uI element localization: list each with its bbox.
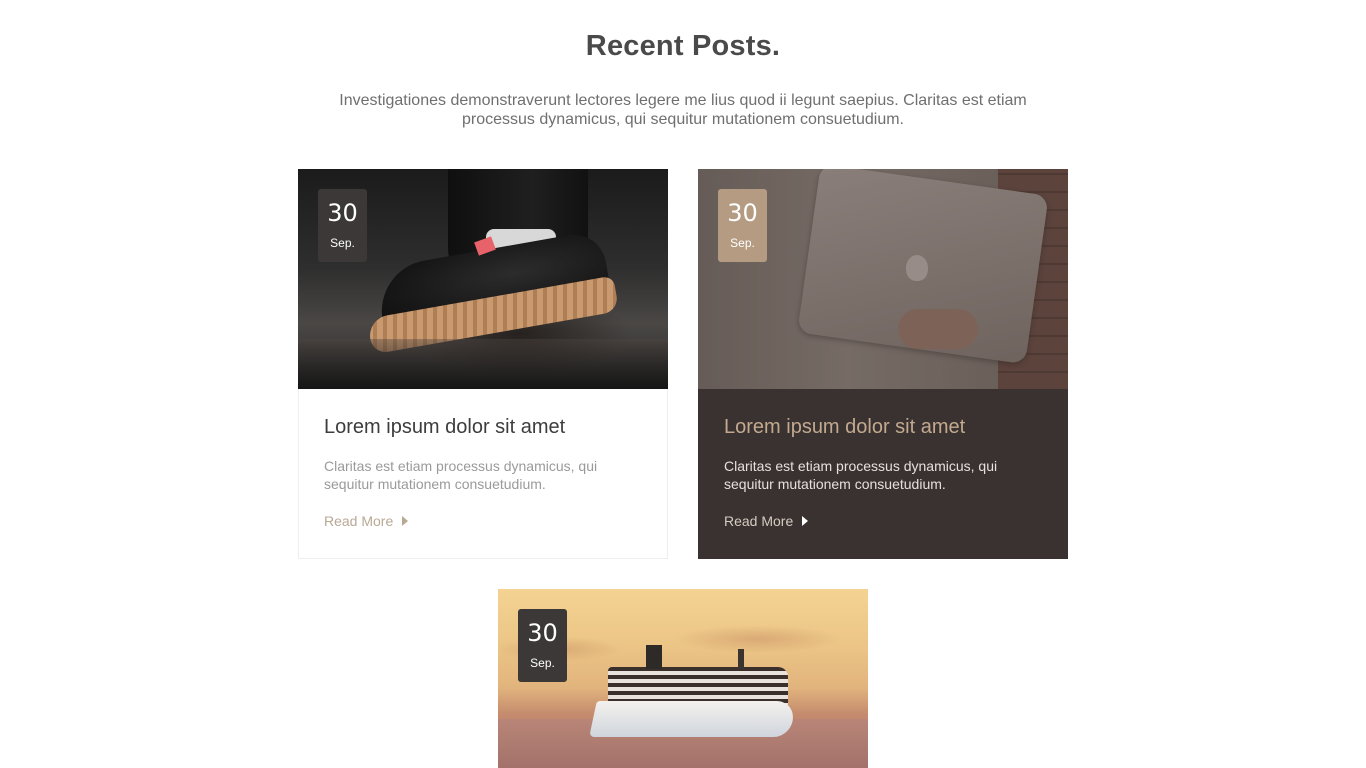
image-detail [608,667,788,705]
post-title[interactable]: Lorem ipsum dolor sit amet [724,415,1042,439]
post-card: 30 Sep. [498,589,868,768]
image-detail [738,649,744,669]
date-month: Sep. [330,236,355,250]
image-detail [298,339,668,389]
section-subtitle: Investigationes demonstraverunt lectores… [339,92,1027,128]
read-more-label: Read More [324,513,394,529]
read-more-label: Read More [724,513,794,529]
date-day: 30 [327,199,358,227]
post-image-cruise-ship[interactable]: 30 Sep. [498,589,868,768]
post-excerpt: Claritas est etiam processus dynamicus, … [324,458,598,492]
date-month: Sep. [530,656,555,670]
date-badge: 30 Sep. [318,189,367,262]
section-title: Recent Posts. [585,30,781,62]
caret-right-icon [802,516,809,526]
post-card-highlighted: 30 Sep. Lorem ipsum dolor sit amet Clari… [698,169,1068,559]
date-day: 30 [727,199,758,227]
post-card: 30 Sep. Lorem ipsum dolor sit amet Clari… [298,169,668,559]
image-detail [646,645,662,669]
date-month: Sep. [730,236,755,250]
caret-right-icon [402,516,409,526]
post-body: Lorem ipsum dolor sit amet Claritas est … [698,389,1068,531]
date-day: 30 [527,619,558,647]
date-badge: 30 Sep. [518,609,567,682]
read-more-link[interactable]: Read More [724,513,809,529]
recent-posts-section: Recent Posts. Investigationes demonstrav… [0,0,1366,768]
post-body: Lorem ipsum dolor sit amet Claritas est … [299,389,667,531]
post-title[interactable]: Lorem ipsum dolor sit amet [324,415,641,439]
image-detail [589,701,797,737]
read-more-link[interactable]: Read More [324,513,409,529]
post-image-sneaker[interactable]: 30 Sep. [298,169,668,389]
date-badge: 30 Sep. [718,189,767,262]
post-excerpt: Claritas est etiam processus dynamicus, … [724,458,998,492]
post-image-laptop[interactable]: 30 Sep. [698,169,1068,389]
